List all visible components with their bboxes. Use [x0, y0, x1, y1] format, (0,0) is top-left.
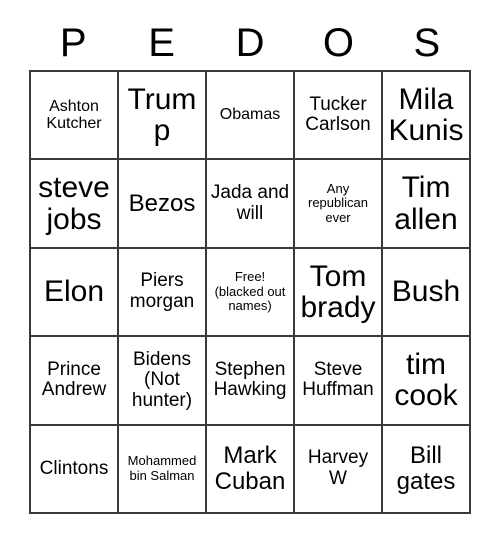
bingo-cell-label: Obamas: [219, 106, 281, 124]
bingo-cell[interactable]: Stephen Hawking: [207, 337, 295, 426]
bingo-cell-label: Elon: [43, 275, 105, 309]
bingo-card: P E D O S Ashton Kutcher Trump Obamas Tu…: [0, 0, 500, 544]
bingo-cell-label: Clintons: [39, 457, 109, 479]
header-letter-3: D: [235, 21, 265, 65]
bingo-cell[interactable]: Ashton Kutcher: [31, 72, 119, 161]
bingo-cell[interactable]: Mila Kunis: [383, 72, 471, 161]
bingo-cell-label: Steve Huffman: [302, 358, 374, 401]
bingo-cell-label: Harvey W: [307, 447, 369, 489]
bingo-cell[interactable]: Bill gates: [383, 425, 471, 514]
bingo-cell[interactable]: Mohammed bin Salman: [119, 425, 207, 514]
bingo-cell[interactable]: Bidens (Not hunter): [119, 337, 207, 426]
header-letter-5: S: [413, 21, 441, 65]
bingo-cell[interactable]: Tom brady: [295, 248, 383, 338]
bingo-cell-label: Free! (blacked out names): [214, 269, 286, 314]
header-letter-4: O: [322, 21, 354, 65]
bingo-cell-label: Any republican ever: [308, 180, 368, 225]
bingo-cell-free-space[interactable]: Free! (blacked out names): [207, 248, 295, 338]
header-letter-2: E: [148, 21, 175, 65]
bingo-cell-label: Jada and will: [210, 182, 290, 224]
bingo-cell-label: Mohammed bin Salman: [127, 453, 197, 483]
bingo-cell[interactable]: Jada and will: [207, 160, 295, 249]
bingo-cell-label: Prince Andrew: [41, 358, 107, 401]
bingo-cell[interactable]: tim cook: [383, 337, 471, 426]
bingo-cell-label: Stephen Hawking: [213, 358, 287, 401]
bingo-cell-label: Tom brady: [300, 259, 376, 324]
bingo-cell-label: Mark Cuban: [214, 442, 286, 495]
bingo-cell[interactable]: Any republican ever: [295, 160, 383, 249]
bingo-cell[interactable]: Obamas: [207, 72, 295, 161]
bingo-cell[interactable]: Trump: [119, 72, 207, 161]
bingo-cell[interactable]: Bush: [383, 248, 471, 338]
bingo-cell-label: steve jobs: [38, 171, 110, 236]
bingo-grid: Ashton Kutcher Trump Obamas Tucker Carls…: [29, 70, 471, 514]
bingo-cell-label: Mila Kunis: [388, 83, 464, 148]
bingo-cell-label: Trump: [127, 83, 197, 148]
bingo-header-row: P E D O S: [29, 16, 471, 70]
bingo-cell[interactable]: Elon: [31, 248, 119, 338]
bingo-cell[interactable]: Steve Huffman: [295, 337, 383, 426]
bingo-cell[interactable]: Clintons: [31, 425, 119, 514]
bingo-cell[interactable]: Mark Cuban: [207, 425, 295, 514]
bingo-cell-label: Bezos: [128, 189, 196, 217]
bingo-cell-label: tim cook: [394, 348, 458, 413]
bingo-cell-label: Tim allen: [394, 171, 458, 236]
bingo-cell-label: Tucker Carlson: [305, 93, 371, 136]
bingo-cell[interactable]: Piers morgan: [119, 248, 207, 338]
bingo-cell-label: Ashton Kutcher: [46, 97, 102, 133]
bingo-cell[interactable]: steve jobs: [31, 160, 119, 249]
bingo-cell[interactable]: Tucker Carlson: [295, 72, 383, 161]
bingo-cell[interactable]: Harvey W: [295, 425, 383, 514]
bingo-cell-label: Bill gates: [396, 442, 456, 495]
bingo-cell-label: Bidens (Not hunter): [131, 348, 193, 411]
header-letter-1: P: [59, 21, 87, 65]
bingo-cell[interactable]: Bezos: [119, 160, 207, 249]
bingo-cell-label: Bush: [391, 275, 461, 309]
bingo-cell[interactable]: Tim allen: [383, 160, 471, 249]
bingo-cell[interactable]: Prince Andrew: [31, 337, 119, 426]
bingo-cell-label: Piers morgan: [129, 270, 195, 312]
